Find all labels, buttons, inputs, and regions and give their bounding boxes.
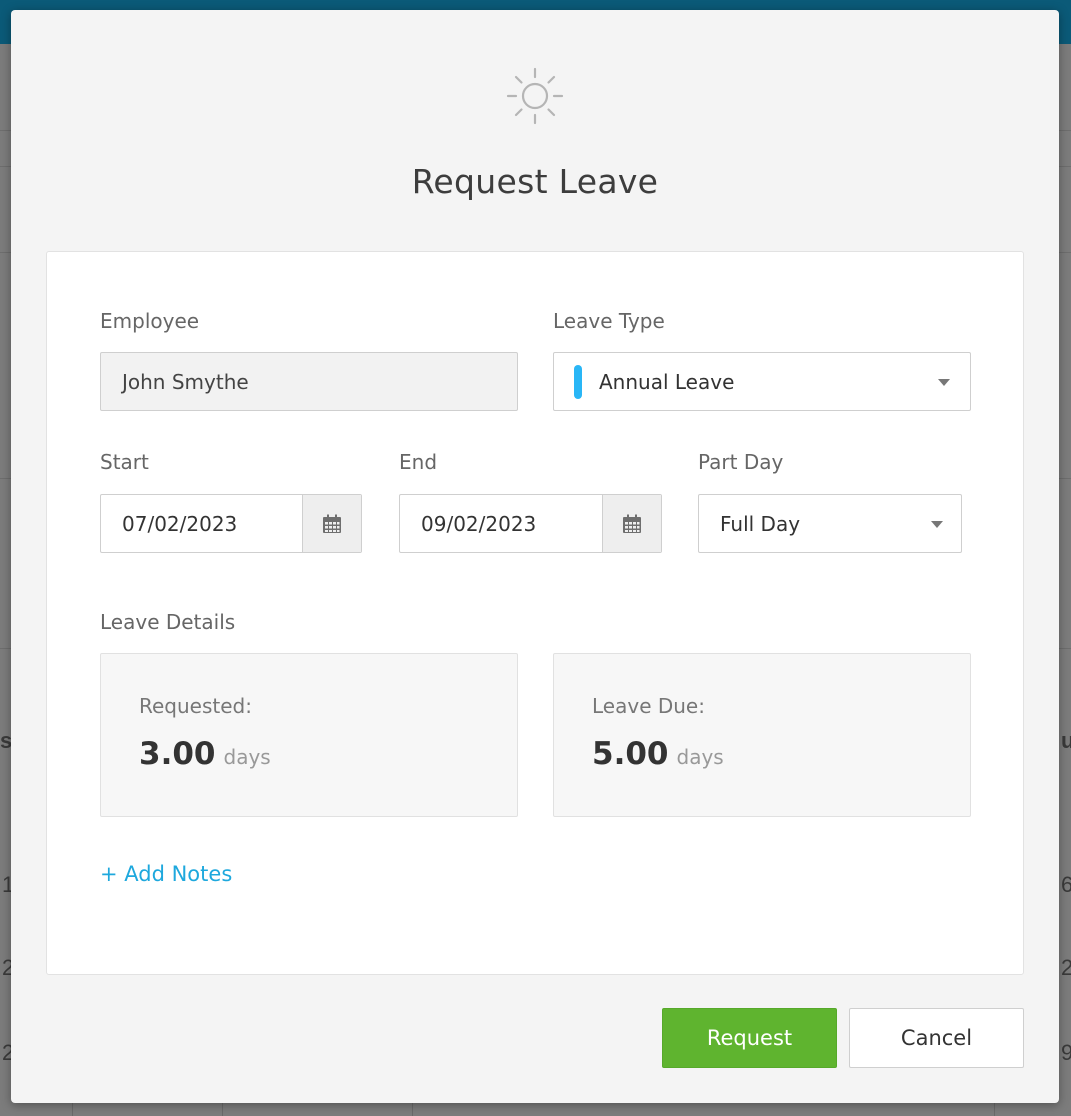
background-text: 2 <box>1061 955 1071 980</box>
calendar-icon <box>323 514 341 533</box>
calendar-icon <box>623 514 641 533</box>
leave-type-select[interactable]: Annual Leave <box>553 352 971 411</box>
chevron-down-icon <box>938 379 950 386</box>
requested-label: Requested: <box>139 694 252 718</box>
end-label: End <box>399 450 438 474</box>
part-day-value: Full Day <box>720 511 801 536</box>
leave-form-card: Employee John Smythe Leave Type Annual L… <box>46 251 1024 975</box>
employee-value: John Smythe <box>122 369 249 394</box>
leave-type-label: Leave Type <box>553 309 665 333</box>
cancel-button[interactable]: Cancel <box>849 1008 1024 1068</box>
start-label: Start <box>100 450 149 474</box>
dialog-title: Request Leave <box>411 162 659 201</box>
background-text: 6 <box>1061 872 1071 897</box>
leave-due-summary: Leave Due: 5.00 days <box>553 653 971 817</box>
background-text: 9 <box>1061 1040 1071 1065</box>
requested-value: 3.00 <box>139 736 216 772</box>
request-leave-dialog: Request Leave Employee John Smythe Leave… <box>11 10 1059 1103</box>
leave-due-value-group: 5.00 days <box>592 736 724 772</box>
start-calendar-button[interactable] <box>302 495 361 552</box>
background-text: u <box>1061 728 1071 753</box>
sun-icon <box>506 67 564 125</box>
start-date-input[interactable]: 07/02/2023 <box>100 494 362 553</box>
requested-unit: days <box>223 745 271 769</box>
end-date-input[interactable]: 09/02/2023 <box>399 494 662 553</box>
request-button[interactable]: Request <box>662 1008 837 1068</box>
employee-field: John Smythe <box>100 352 518 411</box>
end-date-value: 09/02/2023 <box>421 511 537 536</box>
part-day-select[interactable]: Full Day <box>698 494 962 553</box>
requested-value-group: 3.00 days <box>139 736 271 772</box>
part-day-label: Part Day <box>698 450 784 474</box>
leave-type-color-indicator <box>574 364 582 399</box>
leave-details-label: Leave Details <box>100 610 236 634</box>
chevron-down-icon <box>931 521 943 528</box>
leave-due-unit: days <box>676 745 724 769</box>
requested-summary: Requested: 3.00 days <box>100 653 518 817</box>
leave-due-label: Leave Due: <box>592 694 705 718</box>
leave-due-value: 5.00 <box>592 736 669 772</box>
leave-type-value: Annual Leave <box>599 369 735 394</box>
start-date-value: 07/02/2023 <box>122 511 238 536</box>
add-notes-link[interactable]: + Add Notes <box>100 862 232 886</box>
end-calendar-button[interactable] <box>602 495 661 552</box>
employee-label: Employee <box>100 309 200 333</box>
